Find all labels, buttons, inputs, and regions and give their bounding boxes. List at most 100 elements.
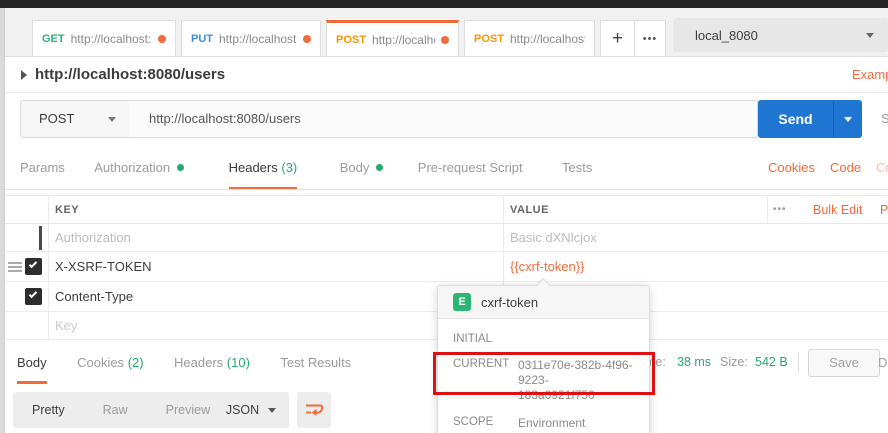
new-tab-button[interactable]: + bbox=[600, 20, 635, 56]
request-tab-bar: GET http://localhost:80 PUT http://local… bbox=[5, 8, 888, 57]
scope-value: Environment bbox=[518, 416, 586, 430]
tab-params[interactable]: Params bbox=[20, 145, 65, 189]
drag-handle-icon[interactable] bbox=[8, 262, 22, 272]
tab-tests[interactable]: Tests bbox=[562, 145, 593, 189]
request-builder: POST http://localhost:8080/users Send Sa… bbox=[5, 93, 888, 145]
view-mode-pretty[interactable]: Pretty bbox=[13, 392, 84, 428]
tab-label: Body bbox=[339, 160, 370, 175]
row-checkbox[interactable] bbox=[25, 258, 42, 275]
value-column-header: VALUE bbox=[510, 204, 549, 216]
tab-body[interactable]: Body bbox=[339, 145, 384, 189]
tab-url-label: http://localhost:8 bbox=[371, 33, 435, 47]
language-dropdown[interactable]: JSON bbox=[213, 392, 289, 428]
check-icon bbox=[28, 259, 38, 269]
send-button[interactable]: Send bbox=[758, 100, 833, 138]
response-tab-headers[interactable]: Headers (10) bbox=[174, 341, 250, 384]
response-tab-cookies[interactable]: Cookies (2) bbox=[77, 341, 143, 384]
tab-method-label: POST bbox=[474, 32, 504, 45]
tab-label: Tests bbox=[562, 160, 593, 175]
tab-label: Params bbox=[20, 160, 65, 175]
view-mode-raw[interactable]: Raw bbox=[84, 392, 147, 428]
view-mode-switcher: Pretty Raw Preview bbox=[13, 392, 230, 428]
tab-url-label: http://localhost:808 bbox=[509, 31, 585, 46]
tab-authorization[interactable]: Authorization bbox=[94, 145, 185, 189]
plus-icon: + bbox=[611, 27, 624, 49]
tab-label: Headers bbox=[228, 160, 278, 175]
save-response-button[interactable]: Save bbox=[808, 349, 880, 377]
tab-method-label: POST bbox=[336, 34, 366, 46]
bulk-edit-link[interactable]: Bulk Edit bbox=[813, 196, 862, 224]
download-button[interactable]: Download bbox=[878, 341, 888, 384]
wrap-text-button[interactable] bbox=[297, 392, 331, 428]
request-tab-get[interactable]: GET http://localhost:80 bbox=[32, 20, 176, 56]
tab-headers[interactable]: Headers (3) bbox=[228, 145, 298, 189]
language-value: JSON bbox=[225, 403, 260, 417]
table-row-authorization: Authorization Basic dXNlcjox bbox=[5, 224, 888, 252]
save-request-button[interactable]: Save bbox=[881, 100, 888, 138]
tab-method-label: GET bbox=[42, 32, 65, 45]
response-tab-body[interactable]: Body bbox=[17, 341, 47, 384]
unsaved-dot-icon bbox=[303, 34, 311, 43]
request-links: Cookies Code Comments bbox=[768, 145, 888, 189]
header-key-cell[interactable]: X-XSRF-TOKEN bbox=[55, 252, 152, 281]
table-menu-button[interactable]: ••• bbox=[773, 196, 787, 224]
code-link[interactable]: Code bbox=[830, 145, 861, 189]
presets-link[interactable]: Presets bbox=[880, 196, 888, 224]
window-title-bar bbox=[0, 0, 888, 8]
divider bbox=[798, 352, 799, 373]
postman-window: GET http://localhost:80 PUT http://local… bbox=[0, 0, 888, 433]
open-request-tabs: GET http://localhost:80 PUT http://local… bbox=[32, 20, 595, 56]
examples-link[interactable]: Examples bbox=[852, 57, 888, 92]
tab-label: Headers bbox=[174, 355, 224, 370]
table-row-xsrf-token: X-XSRF-TOKEN {{cxrf-token}} bbox=[5, 252, 888, 282]
request-tab-post-active[interactable]: POST http://localhost:8 bbox=[326, 20, 459, 56]
ellipsis-icon: ••• bbox=[642, 32, 658, 45]
initial-row: INITIAL bbox=[453, 333, 637, 345]
comments-link[interactable]: Comments bbox=[876, 145, 888, 189]
tab-count: (2) bbox=[127, 355, 144, 370]
table-header-row: KEY VALUE ••• Bulk Edit Presets bbox=[5, 196, 888, 224]
check-icon bbox=[28, 289, 38, 299]
request-name-row: http://localhost:8080/users Examples bbox=[5, 57, 888, 93]
url-input[interactable]: http://localhost:8080/users bbox=[129, 100, 758, 138]
method-dropdown[interactable]: POST bbox=[20, 100, 130, 138]
header-key-cell[interactable]: Authorization bbox=[55, 224, 131, 251]
header-key-cell[interactable]: Key bbox=[55, 312, 77, 339]
header-key-cell[interactable]: Content-Type bbox=[55, 282, 133, 311]
expand-triangle-icon[interactable] bbox=[21, 70, 27, 80]
annotation-highlight-box bbox=[433, 352, 655, 395]
header-value-cell[interactable]: Basic dXNlcjox bbox=[510, 224, 597, 251]
tab-actions: + ••• bbox=[600, 20, 666, 56]
row-checkbox[interactable] bbox=[25, 288, 42, 305]
variable-name: cxrf-token bbox=[481, 294, 539, 310]
request-tab-put[interactable]: PUT http://localhost:80 bbox=[181, 20, 321, 56]
tab-method-label: PUT bbox=[191, 32, 213, 45]
cookies-link[interactable]: Cookies bbox=[768, 145, 815, 189]
environment-name: local_8080 bbox=[695, 27, 758, 43]
environment-selector[interactable]: local_8080 bbox=[673, 18, 888, 52]
unsaved-dot-icon bbox=[441, 36, 449, 44]
tab-options-button[interactable]: ••• bbox=[635, 20, 666, 56]
tab-pre-request-script[interactable]: Pre-request Script bbox=[418, 145, 523, 189]
response-size-label: Size: bbox=[720, 355, 748, 369]
tab-label: Cookies bbox=[77, 355, 125, 370]
chevron-down-icon bbox=[866, 32, 874, 38]
send-options-button[interactable] bbox=[833, 100, 862, 138]
response-tab-test-results[interactable]: Test Results bbox=[280, 341, 351, 384]
scope-label: SCOPE bbox=[453, 416, 494, 428]
filled-dot-icon bbox=[177, 164, 185, 171]
tab-label: Body bbox=[17, 355, 47, 370]
request-tab-post-2[interactable]: POST http://localhost:808 bbox=[464, 20, 595, 56]
tab-label: Test Results bbox=[280, 355, 352, 370]
unsaved-dot-icon bbox=[158, 34, 166, 43]
environment-badge: E bbox=[453, 293, 471, 311]
scope-row: SCOPE Environment bbox=[453, 416, 637, 431]
tab-count: (10) bbox=[226, 355, 250, 370]
response-time-value: 38 ms bbox=[677, 355, 712, 369]
send-button-group: Send bbox=[758, 100, 862, 138]
chevron-down-icon bbox=[108, 117, 116, 122]
initial-label: INITIAL bbox=[453, 333, 492, 345]
method-value: POST bbox=[39, 111, 75, 126]
header-value-cell[interactable]: {{cxrf-token}} bbox=[510, 252, 584, 281]
tab-label: Authorization bbox=[94, 160, 171, 175]
